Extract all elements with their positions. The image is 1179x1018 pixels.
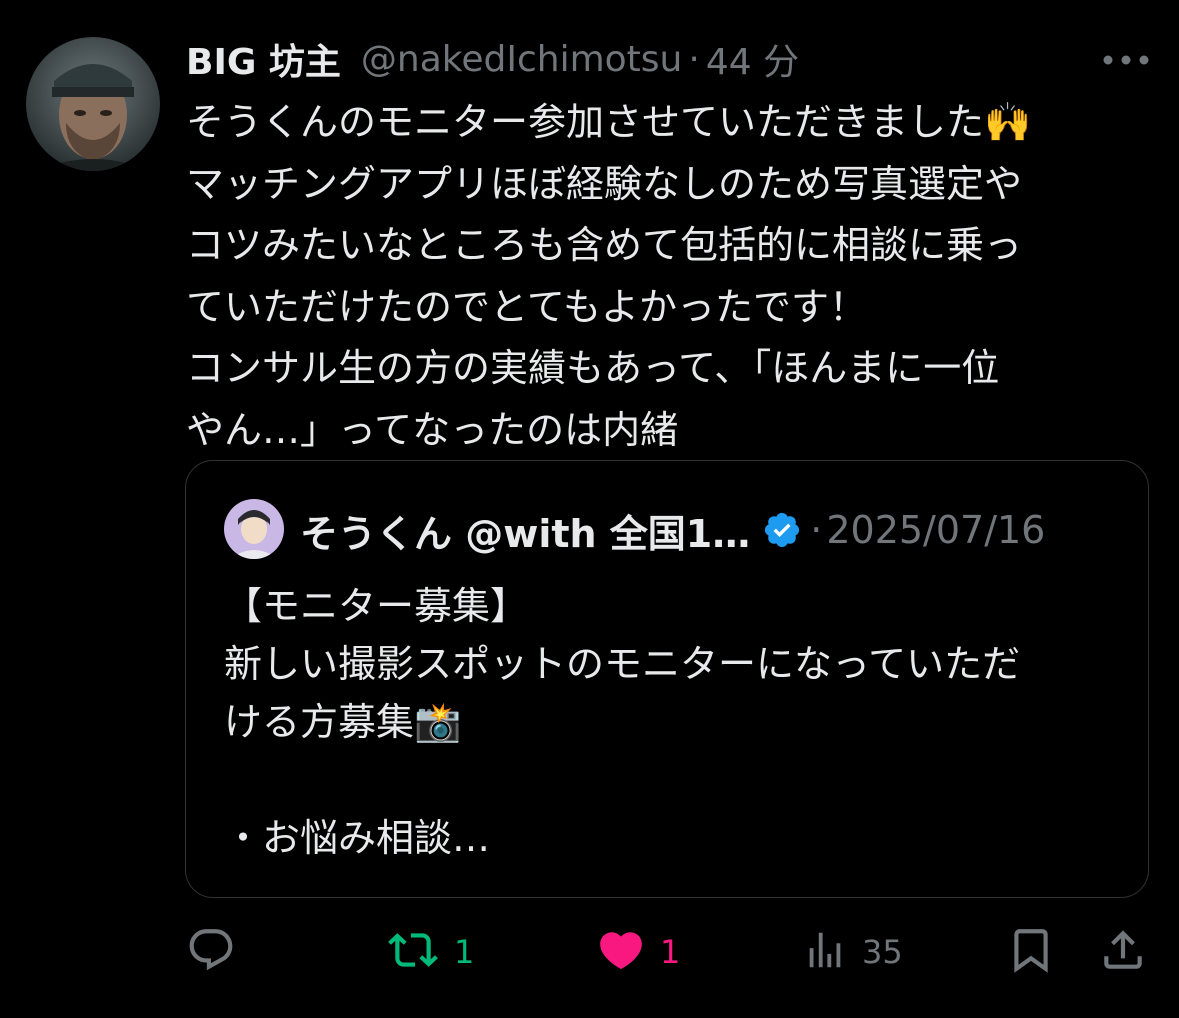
- bookmark-button[interactable]: [1006, 920, 1056, 984]
- like-count: 1: [660, 933, 681, 971]
- share-icon: [1098, 925, 1148, 979]
- views-icon: [802, 925, 848, 979]
- tweet-text-line: そうくんのモニター参加させていただきました🙌: [186, 100, 1032, 144]
- views-button[interactable]: 35: [802, 920, 903, 984]
- separator-dot: ·: [688, 38, 700, 80]
- tweet-text-line: マッチングアプリほぼ経験なしのため写真選定や: [186, 161, 1023, 206]
- reply-button[interactable]: [186, 920, 236, 984]
- tweet-text-line: ていただけたのでとてもよかったです！: [186, 284, 867, 329]
- quoted-tweet[interactable]: そうくん @with 全国1… · 2025/07/16 【モニター募集】 新し…: [185, 460, 1149, 898]
- tweet-header: BIG 坊主 @nakedIchimotsu · 44 分: [186, 34, 799, 84]
- tweet-text-line: コツみたいなところも含めて包括的に相談に乗っ: [186, 223, 1023, 267]
- views-count: 35: [862, 933, 903, 971]
- timestamp[interactable]: 44 分: [706, 33, 799, 85]
- more-options-icon[interactable]: [1098, 40, 1154, 80]
- action-bar: 1 1 35: [186, 920, 1156, 984]
- like-button[interactable]: 1: [596, 920, 680, 984]
- share-button[interactable]: [1098, 920, 1148, 984]
- quoted-avatar[interactable]: [224, 499, 284, 559]
- tweet-text-line: コンサル生の方の実績もあって、「ほんまに一位: [186, 346, 1000, 390]
- tweet[interactable]: BIG 坊主 @nakedIchimotsu · 44 分 そうくんのモニター参…: [0, 0, 1179, 1018]
- quoted-text-line: [224, 751, 1124, 809]
- quoted-text-line: ・お悩み相談…: [224, 816, 491, 860]
- user-handle[interactable]: @nakedIchimotsu: [361, 39, 682, 80]
- verified-badge-icon: [762, 510, 802, 550]
- heart-icon: [596, 925, 646, 979]
- tweet-text-line: やん…」ってなったのは内緒: [186, 407, 679, 452]
- quoted-text-line: ける方募集📸: [224, 700, 462, 744]
- retweet-button[interactable]: 1: [386, 920, 474, 984]
- reply-icon: [186, 925, 236, 979]
- quoted-text-line: 新しい撮影スポットのモニターになっていただ: [224, 642, 1021, 686]
- quoted-text-line: 【モニター募集】: [224, 584, 529, 628]
- quoted-header: そうくん @with 全国1… · 2025/07/16: [300, 505, 1046, 556]
- quoted-date: 2025/07/16: [826, 508, 1046, 552]
- retweet-icon: [386, 925, 440, 979]
- tweet-text: そうくんのモニター参加させていただきました🙌 マッチングアプリほぼ経験なしのため…: [186, 92, 1146, 461]
- avatar[interactable]: [26, 37, 160, 171]
- separator-dot: ·: [810, 508, 823, 552]
- quoted-text: 【モニター募集】 新しい撮影スポットのモニターになっていただ ける方募集📸 ・お…: [224, 577, 1124, 867]
- display-name[interactable]: BIG 坊主: [186, 33, 341, 85]
- retweet-count: 1: [454, 933, 475, 971]
- quoted-display-name: そうくん @with 全国1…: [300, 511, 751, 556]
- bookmark-icon: [1006, 925, 1056, 979]
